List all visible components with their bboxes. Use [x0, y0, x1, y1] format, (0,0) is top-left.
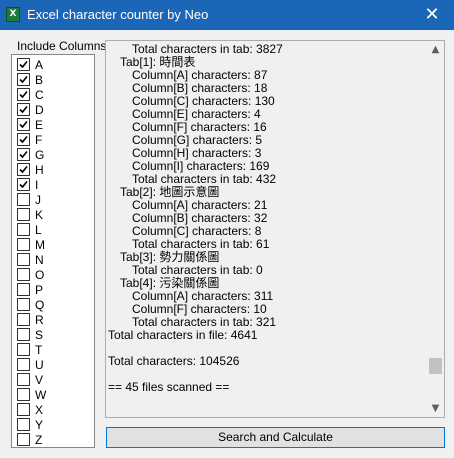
column-label: Q	[35, 298, 45, 312]
column-label: X	[35, 403, 44, 417]
scroll-down-icon[interactable]: ▼	[427, 400, 444, 417]
column-label: F	[35, 133, 43, 147]
column-label: O	[35, 268, 45, 282]
column-checkbox[interactable]	[17, 433, 30, 446]
column-checkbox[interactable]	[17, 388, 30, 401]
column-checkbox[interactable]	[17, 253, 30, 266]
column-checkbox[interactable]	[17, 103, 30, 116]
column-label: L	[35, 223, 42, 237]
column-checkbox[interactable]	[17, 58, 30, 71]
column-label: N	[35, 253, 44, 267]
title-bar: X Excel character counter by Neo ✕	[0, 0, 454, 30]
column-checkbox[interactable]	[17, 238, 30, 251]
column-label: B	[35, 73, 44, 87]
output-line: Total characters: 104526	[108, 354, 240, 368]
column-checkbox[interactable]	[17, 178, 30, 191]
column-label: P	[35, 283, 44, 297]
column-label: H	[35, 163, 44, 177]
column-checkbox[interactable]	[17, 193, 30, 206]
checkmark-icon	[19, 135, 28, 144]
checkmark-icon	[19, 90, 28, 99]
column-label: U	[35, 358, 44, 372]
column-label: Y	[35, 418, 44, 432]
column-checkbox[interactable]	[17, 268, 30, 281]
column-label: I	[35, 178, 39, 192]
scrollbar-thumb[interactable]	[429, 358, 442, 374]
column-checkbox[interactable]	[17, 298, 30, 311]
checkmark-icon	[19, 105, 28, 114]
column-checkbox[interactable]	[17, 283, 30, 296]
column-label: S	[35, 328, 44, 342]
column-label: T	[35, 343, 43, 357]
column-label: D	[35, 103, 44, 117]
column-checkbox[interactable]	[17, 148, 30, 161]
search-and-calculate-button[interactable]: Search and Calculate	[106, 427, 445, 448]
vertical-scrollbar[interactable]: ▲ ▼	[427, 41, 444, 417]
output-textbox[interactable]: Total characters in tab: 3827 Tab[1]: 時間表…	[105, 40, 445, 418]
scroll-up-icon[interactable]: ▲	[427, 41, 444, 58]
column-checkbox[interactable]	[17, 223, 30, 236]
column-checkbox[interactable]	[17, 133, 30, 146]
column-checkbox[interactable]	[17, 328, 30, 341]
checkmark-icon	[19, 150, 28, 159]
column-label: W	[35, 388, 47, 402]
checkmark-icon	[19, 180, 28, 189]
output-line: Total characters in file: 4641	[108, 328, 258, 342]
window-title: Excel character counter by Neo	[27, 7, 209, 22]
column-label: C	[35, 88, 44, 102]
column-checkbox[interactable]	[17, 73, 30, 86]
column-label: G	[35, 148, 45, 162]
checkmark-icon	[19, 120, 28, 129]
columns-checklist[interactable]: ABCDEFGHIJKLMNOPQRSTUVWXYZ	[11, 54, 95, 448]
column-label: E	[35, 118, 44, 132]
column-checkbox[interactable]	[17, 373, 30, 386]
close-button[interactable]: ✕	[410, 0, 454, 30]
checkmark-icon	[19, 165, 28, 174]
column-checkbox[interactable]	[17, 118, 30, 131]
column-label: A	[35, 58, 44, 72]
column-checkbox[interactable]	[17, 403, 30, 416]
column-checkbox[interactable]	[17, 88, 30, 101]
column-checkbox[interactable]	[17, 358, 30, 371]
excel-icon: X	[6, 7, 20, 22]
column-label: J	[35, 193, 41, 207]
column-checkbox[interactable]	[17, 313, 30, 326]
output-line: == 45 files scanned ==	[108, 380, 230, 394]
column-checkbox[interactable]	[17, 343, 30, 356]
column-checkbox[interactable]	[17, 418, 30, 431]
column-label: K	[35, 208, 44, 222]
column-label: Z	[35, 433, 43, 447]
checkmark-icon	[19, 60, 28, 69]
column-label: M	[35, 238, 45, 252]
column-label: V	[35, 373, 44, 387]
column-checkbox[interactable]	[17, 163, 30, 176]
checkmark-icon	[19, 75, 28, 84]
column-label: R	[35, 313, 44, 327]
column-checkbox[interactable]	[17, 208, 30, 221]
include-columns-label: Include Columns	[17, 39, 107, 53]
